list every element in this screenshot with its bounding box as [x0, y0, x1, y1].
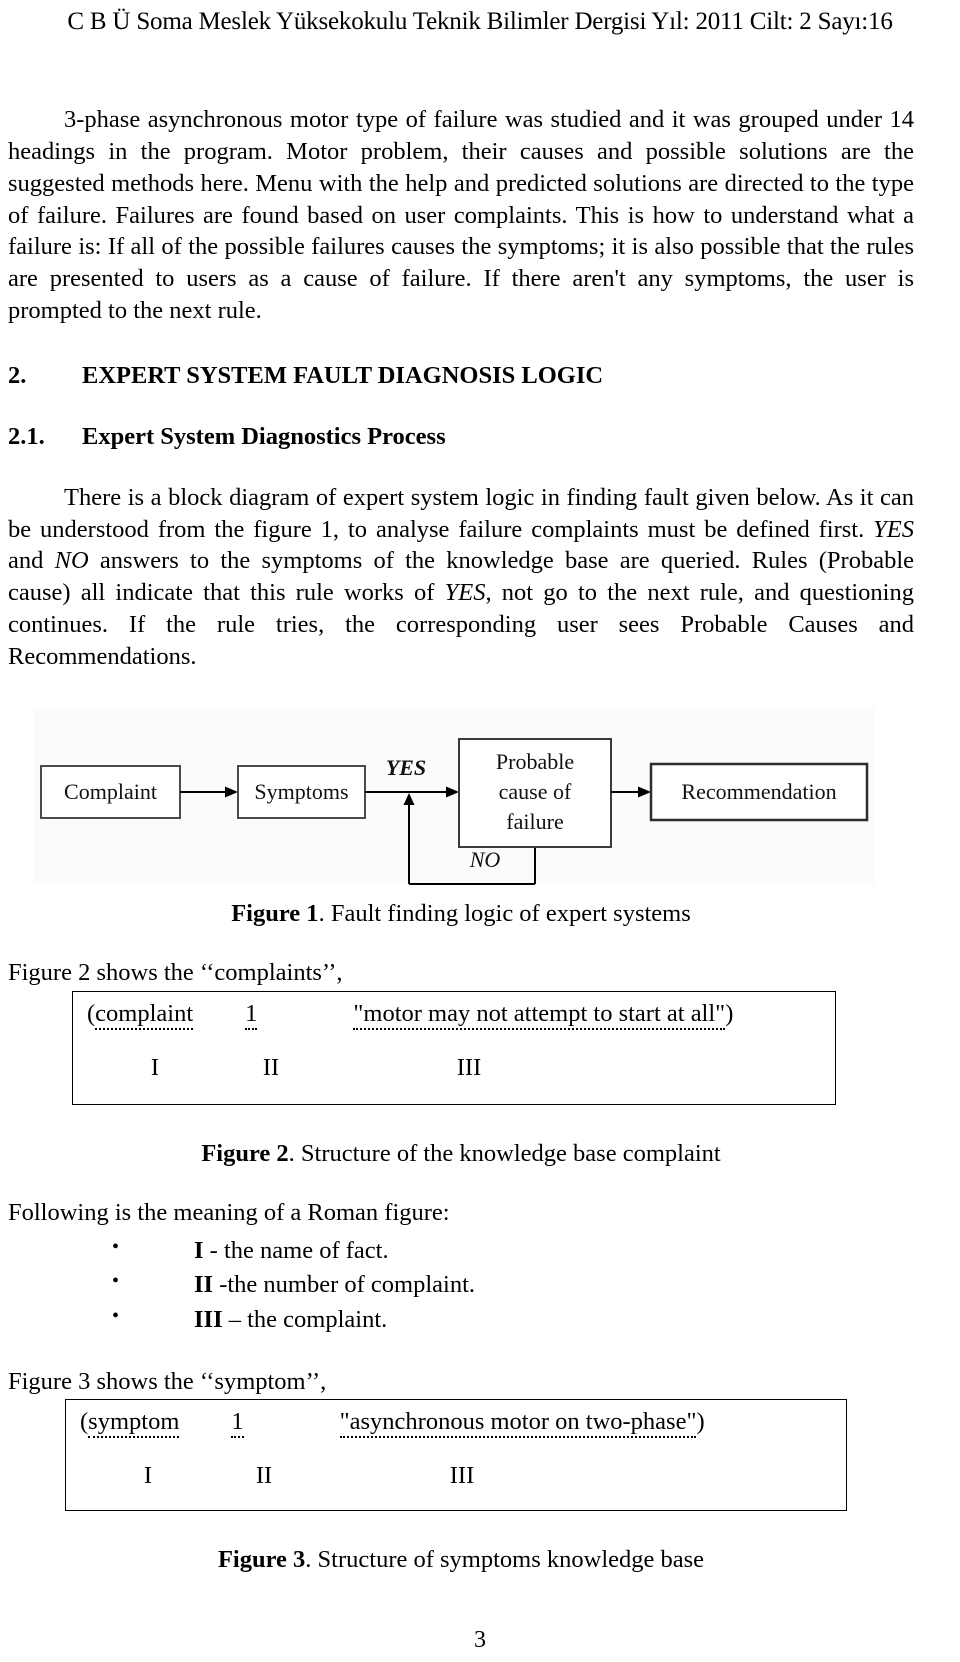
roman-text-ii: -the number of complaint. — [213, 1271, 476, 1299]
roman-label-i: I — [194, 1236, 204, 1264]
figure-2-lead-in: Figure 2 shows the ‘‘complaints’’, — [8, 959, 343, 987]
figure-3-structure-box: (symptom 1 "asynchronous motor on two-phas… — [65, 1399, 847, 1512]
roman-meaning-list: • I - the name of fact. • II -the number o… — [8, 1235, 914, 1337]
svg-text:Complaint: Complaint — [64, 779, 157, 804]
bullet-icon: • — [112, 1304, 120, 1327]
page-number: 3 — [474, 1627, 486, 1653]
document-content: 3-phase asynchronous motor type of failu… — [8, 104, 914, 1575]
figure-3-roman-ii: II — [255, 1462, 273, 1490]
figure-3-caption-label: Figure 3 — [217, 1546, 306, 1574]
intro-paragraph: 3-phase asynchronous motor type of failu… — [8, 104, 914, 327]
running-header: C B Ü Soma Meslek Yüksekokulu Teknik Bil… — [67, 8, 893, 35]
roman-meaning-intro: Following is the meaning of a Roman figu… — [8, 1199, 450, 1227]
diagnostics-text-2: and — [8, 547, 55, 575]
figure-3-roman-i: I — [143, 1462, 153, 1490]
bullet-icon: • — [112, 1235, 120, 1258]
figure-2-roman-i: I — [150, 1053, 160, 1081]
figure-2-roman-ii: II — [262, 1053, 280, 1081]
figure-3-caption-text: . Structure of symptoms knowledge base — [305, 1546, 705, 1574]
heading-section-2: 2. EXPERT SYSTEM FAULT DIAGNOSIS LOGIC — [8, 361, 914, 390]
svg-text:NO: NO — [469, 847, 501, 872]
figure-1-caption: Figure 1. Fault finding logic of expert … — [8, 899, 914, 928]
figure-3-symptom-row: (symptom 1 "asynchronous motor on two-phas… — [80, 1408, 705, 1439]
diagnostics-paragraph: There is a block diagram of expert syste… — [8, 482, 914, 673]
heading-section-2-1-title: Expert System Diagnostics Process — [82, 423, 446, 451]
yes-keyword-1: YES — [873, 515, 914, 543]
heading-section-2-1-number: 2.1. — [8, 423, 45, 451]
heading-section-2-title: EXPERT SYSTEM FAULT DIAGNOSIS LOGIC — [82, 361, 604, 389]
svg-text:Recommendation: Recommendation — [681, 779, 836, 804]
figure-2-field-number: 1 — [245, 999, 258, 1030]
figure-2-caption-text: . Structure of the knowledge base compla… — [288, 1139, 721, 1167]
figure-3-roman-row: I II III — [80, 1462, 612, 1490]
figure-2-complaint-row: (complaint 1 "motor may not attempt to sta… — [87, 999, 734, 1030]
svg-text:cause of: cause of — [499, 779, 572, 804]
svg-text:Symptoms: Symptoms — [254, 779, 348, 804]
figure-2-close-paren: ) — [725, 999, 734, 1027]
figure-3-roman-iii: III — [449, 1462, 475, 1490]
diagnostics-text-1: There is a block diagram of expert syste… — [8, 483, 914, 543]
roman-label-ii: II — [194, 1271, 214, 1299]
figure-2-caption: Figure 2. Structure of the knowledge bas… — [8, 1139, 914, 1168]
arrowhead-yes-to-probable-cause — [446, 786, 459, 798]
svg-text:failure: failure — [506, 809, 563, 834]
svg-text:Probable: Probable — [496, 749, 574, 774]
figure-3-field-name: symptom — [88, 1408, 180, 1439]
arrowhead-probable-cause-to-recommendation — [638, 786, 651, 798]
figure-3-close-paren: ) — [696, 1408, 705, 1436]
figure-3-lead-in: Figure 3 shows the ‘‘symptom’’, — [8, 1367, 327, 1395]
figure-3-open-paren: ( — [80, 1408, 89, 1436]
bullet-icon: • — [112, 1270, 120, 1293]
list-item: • I - the name of fact. — [8, 1235, 914, 1268]
figure-1-caption-label: Figure 1 — [231, 899, 319, 927]
figure-3-quoted-value: "asynchronous motor on two-phase" — [339, 1408, 697, 1439]
figure-3-caption: Figure 3. Structure of symptoms knowledg… — [8, 1545, 914, 1574]
figure-2-roman-iii: III — [456, 1053, 482, 1081]
list-item: • III – the complaint. — [8, 1304, 914, 1337]
figure-2-roman-row: I II III — [87, 1054, 619, 1082]
no-keyword-1: NO — [54, 547, 89, 575]
figure-3-field-number: 1 — [231, 1408, 244, 1439]
figure-2-quoted-value: "motor may not attempt to start at all" — [353, 999, 726, 1030]
document-page: C B Ü Soma Meslek Yüksekokulu Teknik Bil… — [0, 0, 960, 1662]
figure-1-caption-text: . Fault finding logic of expert systems — [318, 899, 691, 927]
arrowhead-feedback-to-yes — [403, 792, 415, 805]
figure-1-diagram: Complaint Symptoms YES NO Probable cause… — [33, 706, 875, 885]
figure-2-field-name: complaint — [95, 999, 194, 1030]
intro-paragraph-text: 3-phase asynchronous motor type of failu… — [8, 106, 914, 325]
heading-section-2-1: 2.1. Expert System Diagnostics Process — [8, 422, 914, 451]
figure-2-caption-label: Figure 2 — [201, 1139, 289, 1167]
figure-2-structure-box: (complaint 1 "motor may not attempt to sta… — [72, 990, 836, 1105]
roman-text-i: - the name of fact. — [203, 1236, 389, 1264]
list-item: • II -the number of complaint. — [8, 1269, 914, 1302]
roman-text-iii: – the complaint. — [222, 1305, 388, 1333]
svg-text:YES: YES — [386, 755, 426, 780]
figure-2-open-paren: ( — [87, 999, 96, 1027]
roman-label-iii: III — [194, 1305, 223, 1333]
arrowhead-complaint-to-symptoms — [225, 786, 238, 798]
yes-keyword-2: YES — [444, 579, 486, 607]
figure-1-svg: Complaint Symptoms YES NO Probable cause… — [40, 737, 869, 885]
heading-section-2-number: 2. — [8, 361, 27, 389]
